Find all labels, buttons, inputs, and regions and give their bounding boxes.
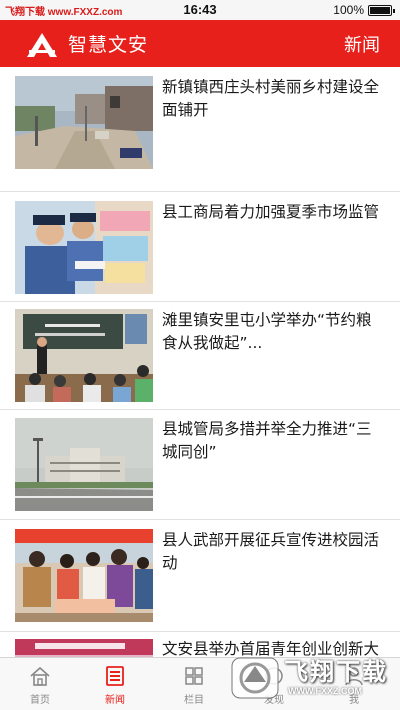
news-thumbnail: [15, 309, 153, 402]
news-title: 滩里镇安里屯小学举办“节约粮食从我做起”...: [162, 311, 372, 352]
tab-news[interactable]: 新闻: [75, 658, 155, 710]
news-item[interactable]: 县人武部开展征兵宣传进校园活动: [0, 520, 400, 632]
news-thumbnail: [15, 201, 153, 294]
watermark: 飞翔下载 WWW.FXXZ.COM: [226, 648, 396, 708]
news-title: 县工商局着力加强夏季市场监管: [162, 203, 380, 221]
tab-home[interactable]: 首页: [0, 658, 80, 710]
news-item[interactable]: 县城管局多措并举全力推进“三城同创”: [0, 410, 400, 520]
news-list[interactable]: 新镇镇西庄头村美丽乡村建设全面铺开 县工商局着力加强夏季市场监管 滩里镇安里屯小…: [0, 67, 400, 657]
news-icon: [106, 666, 124, 686]
app-title: 智慧文安: [68, 34, 149, 56]
section-title: 新闻: [344, 35, 380, 56]
app-logo-icon: [27, 33, 57, 57]
news-thumbnail: [15, 76, 153, 169]
tab-columns[interactable]: 栏目: [154, 658, 234, 710]
app-header: 智慧文安 新闻: [0, 20, 400, 67]
news-thumbnail: [15, 529, 153, 622]
news-item[interactable]: 滩里镇安里屯小学举办“节约粮食从我做起”...: [0, 302, 400, 410]
home-icon: [30, 666, 50, 686]
grid-icon: [185, 667, 203, 685]
battery-percent: 100%: [333, 3, 364, 17]
news-title: 县城管局多措并举全力推进“三城同创”: [162, 420, 372, 461]
tab-label: 新闻: [105, 695, 125, 706]
news-thumbnail: [15, 418, 153, 511]
news-title: 新镇镇西庄头村美丽乡村建设全面铺开: [162, 78, 380, 119]
news-item[interactable]: 县工商局着力加强夏季市场监管: [0, 192, 400, 302]
watermark-name: 飞翔下载: [284, 658, 388, 686]
watermark-logo-icon: [231, 657, 279, 699]
news-thumbnail: [15, 639, 153, 657]
battery-icon: [368, 5, 395, 16]
watermark-url: WWW.FXXZ.COM: [288, 686, 362, 696]
tab-label: 首页: [30, 695, 50, 706]
status-bar: 飞翔下载 www.FXXZ.com 16:43 100%: [0, 0, 400, 20]
tab-label: 栏目: [184, 695, 204, 706]
news-item[interactable]: 新镇镇西庄头村美丽乡村建设全面铺开: [0, 67, 400, 192]
news-title: 县人武部开展征兵宣传进校园活动: [162, 531, 380, 572]
